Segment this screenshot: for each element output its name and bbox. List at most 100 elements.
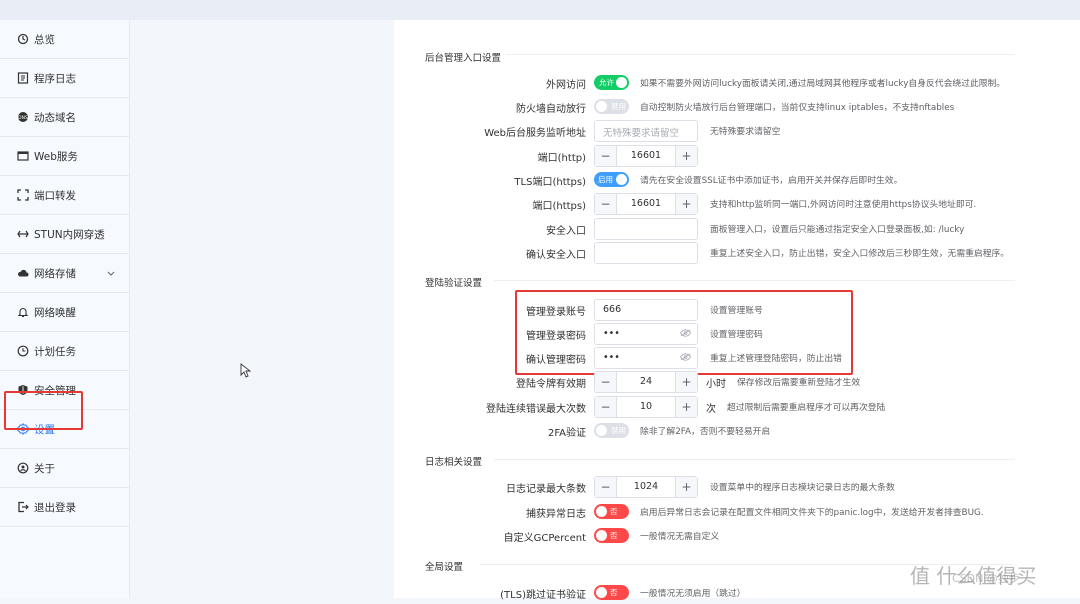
hint-text: 支持和http监听同一端口,外网访问时注意使用https协议头地址即可. <box>710 200 977 210</box>
field-label: 安全入口 <box>546 226 586 237</box>
clock-icon <box>16 345 29 358</box>
field-label: 外网访问 <box>546 80 586 91</box>
twofa-toggle[interactable]: 禁用 <box>594 423 629 438</box>
stepper-value[interactable]: 1024 <box>617 481 675 492</box>
stepper-value[interactable]: 24 <box>617 376 675 387</box>
sidebar-item-wol[interactable]: 网络唤醒 <box>0 293 129 332</box>
hint-text: 除非了解2FA，否则不要轻易开启 <box>640 427 771 437</box>
decrement-button[interactable]: − <box>595 477 617 497</box>
sidebar-item-ddns[interactable]: DNS 动态域名 <box>0 98 129 137</box>
unit-label: 小时 <box>706 379 726 390</box>
settings-panel: 后台管理入口设置 外网访问 允许 如果不需要外网访问lucky面板请关闭,通过局… <box>394 20 1080 601</box>
sidebar-item-label: Web服务 <box>34 150 78 163</box>
field-label: 端口(https) <box>532 201 586 212</box>
row-https-port: 端口(https) − 16601 + 支持和http监听同一端口,外网访问时注… <box>394 193 1080 215</box>
sidebar-item-storage[interactable]: 网络存储 <box>0 254 129 293</box>
row-log-max: 日志记录最大条数 − 1024 + 设置菜单中的程序日志模块记录日志的最大条数 <box>394 476 1080 498</box>
watermark-sub: CSDN @独步 <box>952 572 1020 585</box>
increment-button[interactable]: + <box>675 477 697 497</box>
decrement-button[interactable]: − <box>595 397 617 417</box>
decrement-button[interactable]: − <box>595 146 617 166</box>
field-label: 自定义GCPercent <box>503 533 586 544</box>
row-token-validity: 登陆令牌有效期 − 24 + 小时 保存修改后需要重新登陆才生效 <box>394 371 1080 393</box>
row-firewall: 防火墙自动放行 禁用 自动控制防火墙放行后台管理端口，当前仅支持linux ip… <box>394 96 1080 118</box>
sidebar-item-label: 网络唤醒 <box>34 306 76 319</box>
stepper-value[interactable]: 16601 <box>617 198 675 209</box>
top-bar <box>0 0 1080 20</box>
listen-address-input[interactable]: 无特殊要求请留空 <box>594 120 698 142</box>
hint-text: 一般情况无需自定义 <box>640 532 720 542</box>
decrement-button[interactable]: − <box>595 194 617 214</box>
field-label: TLS端口(https) <box>514 177 586 188</box>
row-listen-address: Web后台服务监听地址 无特殊要求请留空 无特殊要求请留空 <box>394 120 1080 142</box>
increment-button[interactable]: + <box>675 397 697 417</box>
mouse-cursor-icon <box>240 363 252 382</box>
decrement-button[interactable]: − <box>595 372 617 392</box>
admin-password-confirm-input[interactable]: ••• <box>594 347 698 369</box>
admin-password-input[interactable]: ••• <box>594 323 698 345</box>
safe-entry-input[interactable] <box>594 218 698 240</box>
hint-text: 面板管理入口，设置后只能通过指定安全入口登录面板,如: /lucky <box>710 225 965 235</box>
field-label: 端口(http) <box>537 153 586 164</box>
admin-account-input[interactable]: 666 <box>594 299 698 321</box>
row-admin-account: 管理登录账号 666 设置管理账号 <box>394 299 1080 321</box>
safe-entry-confirm-input[interactable] <box>594 242 698 264</box>
row-gc-percent: 自定义GCPercent 否 一般情况无需自定义 <box>394 525 1080 547</box>
row-safe-entry-confirm: 确认安全入口 重复上述安全入口，防止出错，安全入口修改后三秒即生效，无需重启程序… <box>394 242 1080 264</box>
section-title-login: 登陆验证设置 <box>425 278 483 289</box>
divider <box>494 459 1015 460</box>
hint-text: 一般情况无须启用（跳过） <box>640 589 746 599</box>
stepper-value[interactable]: 16601 <box>617 150 675 161</box>
cloud-icon <box>16 267 29 280</box>
chevron-down-icon[interactable] <box>107 268 115 280</box>
hint-text: 无特殊要求请留空 <box>710 127 781 137</box>
row-2fa: 2FA验证 禁用 除非了解2FA，否则不要轻易开启 <box>394 420 1080 442</box>
gc-percent-toggle[interactable]: 否 <box>594 528 629 543</box>
sidebar-item-overview[interactable]: 总览 <box>0 20 129 59</box>
sidebar-item-logs[interactable]: 程序日志 <box>0 59 129 98</box>
increment-button[interactable]: + <box>675 194 697 214</box>
eye-icon[interactable] <box>680 353 691 364</box>
field-label: 捕获异常日志 <box>526 509 586 520</box>
http-port-stepper[interactable]: − 16601 + <box>594 145 698 167</box>
sidebar: 总览 程序日志 DNS 动态域名 Web服务 端口转发 STUN内网穿透 网络存… <box>0 20 130 598</box>
sidebar-item-logout[interactable]: 退出登录 <box>0 488 129 527</box>
port-forward-icon <box>16 189 29 202</box>
sidebar-item-label: 计划任务 <box>34 345 76 358</box>
tls-port-toggle[interactable]: 启用 <box>594 172 629 187</box>
log-icon <box>16 72 29 85</box>
wan-access-toggle[interactable]: 允许 <box>594 75 629 90</box>
sidebar-item-label: 退出登录 <box>34 501 76 514</box>
increment-button[interactable]: + <box>675 146 697 166</box>
field-label: (TLS)跳过证书验证 <box>500 590 586 601</box>
eye-icon[interactable] <box>680 329 691 340</box>
max-errors-stepper[interactable]: − 10 + <box>594 396 698 418</box>
increment-button[interactable]: + <box>675 372 697 392</box>
sidebar-item-web[interactable]: Web服务 <box>0 137 129 176</box>
hint-text: 设置菜单中的程序日志模块记录日志的最大条数 <box>710 483 895 493</box>
https-port-stepper[interactable]: − 16601 + <box>594 193 698 215</box>
log-max-stepper[interactable]: − 1024 + <box>594 476 698 498</box>
hint-text: 重复上述安全入口，防止出错，安全入口修改后三秒即生效，无需重启程序。 <box>710 249 1010 259</box>
hint-text: 设置管理账号 <box>710 306 763 316</box>
firewall-toggle[interactable]: 禁用 <box>594 99 629 114</box>
sidebar-item-label: 程序日志 <box>34 72 76 85</box>
sidebar-item-label: 动态域名 <box>34 111 76 124</box>
row-safe-entry: 安全入口 面板管理入口，设置后只能通过指定安全入口登录面板,如: /lucky <box>394 218 1080 240</box>
content-gutter <box>131 20 394 598</box>
sidebar-item-about[interactable]: 关于 <box>0 449 129 488</box>
token-validity-stepper[interactable]: − 24 + <box>594 371 698 393</box>
sidebar-item-label: 网络存储 <box>34 267 76 280</box>
sidebar-item-label: 关于 <box>34 462 55 475</box>
sidebar-item-port-forward[interactable]: 端口转发 <box>0 176 129 215</box>
divider <box>506 54 1015 55</box>
row-admin-password: 管理登录密码 ••• 设置管理密码 <box>394 323 1080 345</box>
highlight-box-settings <box>4 391 83 430</box>
stepper-value[interactable]: 10 <box>617 401 675 412</box>
sidebar-item-stun[interactable]: STUN内网穿透 <box>0 215 129 254</box>
capture-panic-toggle[interactable]: 否 <box>594 504 629 519</box>
field-label: 确认管理密码 <box>526 355 586 366</box>
field-label: 管理登录账号 <box>526 307 586 318</box>
sidebar-item-tasks[interactable]: 计划任务 <box>0 332 129 371</box>
field-label: 登陆连续错误最大次数 <box>486 404 586 415</box>
